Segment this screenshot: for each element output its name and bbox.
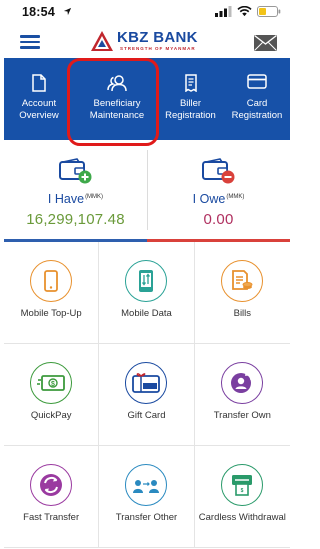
tile-fast-transfer[interactable]: Fast Transfer [4,446,100,548]
mobile-data-icon [125,260,168,302]
tile-label: Gift Card [127,410,166,421]
tile-mobile-top-up[interactable]: Mobile Top-Up [4,242,100,344]
cash-icon: $ [30,362,73,404]
bank-name: KBZ BANK [117,29,198,46]
kbz-logo: KBZ BANK STRENGTH OF MYANMAR [90,29,210,55]
owe-label: I Owe(MMK) [192,192,245,206]
currency-label: (MMK) [85,194,104,200]
services-grid: Mobile Top-Up Mobile Data Bills $ QuickP… [4,242,290,549]
signal-icon [215,6,232,17]
nav-label: Biller Registration [165,98,216,121]
nav-label: Account Overview [19,98,59,121]
nav-card-registration[interactable]: Card Registration [222,58,290,140]
svg-text:$: $ [241,488,244,494]
gift-card-icon [125,362,168,404]
tile-label: Bills [233,308,252,319]
balance-have[interactable]: I Have(MMK) 16,299,107.48 [4,140,147,240]
balance-owe[interactable]: I Owe(MMK) 0.00 [147,140,290,240]
tile-label: Mobile Data [121,308,172,319]
status-indicators [215,6,281,17]
tile-gift-card[interactable]: Gift Card [99,344,195,446]
tile-label: Mobile Top-Up [20,308,82,319]
battery-icon [257,6,281,17]
receipt-icon [184,74,197,92]
tile-cardless-withdrawal[interactable]: $ Cardless Withdrawal [194,446,290,548]
wallet-minus-icon [201,158,234,184]
nav-account-overview[interactable]: Account Overview [4,58,76,140]
tile-quickpay[interactable]: $ QuickPay [4,344,100,446]
tile-mobile-data[interactable]: Mobile Data [99,242,195,344]
tile-bills[interactable]: Bills [194,242,290,344]
location-arrow-icon [63,7,72,16]
balance-summary: I Have(MMK) 16,299,107.48 I Owe(MMK) 0.0… [4,140,290,242]
tile-label: QuickPay [30,410,72,421]
wifi-icon [237,6,252,17]
owe-amount: 0.00 [203,211,234,228]
nav-label: Card Registration [231,98,283,121]
tile-label: Cardless Withdrawal [198,512,286,523]
tile-transfer-other[interactable]: Transfer Other [99,446,195,548]
kbz-logo-mark-icon [91,31,113,51]
card-icon [247,74,267,89]
svg-text:$: $ [51,381,55,388]
tile-transfer-own[interactable]: Transfer Own [194,344,290,446]
tile-label: Transfer Own [213,410,271,421]
have-amount: 16,299,107.48 [26,211,125,228]
atm-icon: $ [221,464,264,506]
tile-label: Fast Transfer [23,512,80,523]
highlight-box [67,58,159,146]
bills-icon [221,260,264,302]
hamburger-menu-icon[interactable] [20,35,40,49]
currency-label: (MMK) [226,194,245,200]
mobile-icon [30,260,73,302]
transfer-own-icon [221,362,264,404]
nav-biller-registration[interactable]: Biller Registration [158,58,223,140]
status-time: 18:54 [22,5,55,19]
wallet-plus-icon [58,158,91,184]
bank-tagline: STRENGTH OF MYANMAR [120,46,196,51]
fast-transfer-icon [30,464,73,506]
status-bar: 18:54 [0,0,295,26]
app-header: KBZ BANK STRENGTH OF MYANMAR [0,26,295,56]
transfer-other-icon [125,464,168,506]
mail-icon[interactable] [254,35,277,51]
document-icon [32,74,46,92]
tile-label: Transfer Other [115,512,178,523]
have-label: I Have(MMK) [47,192,104,206]
